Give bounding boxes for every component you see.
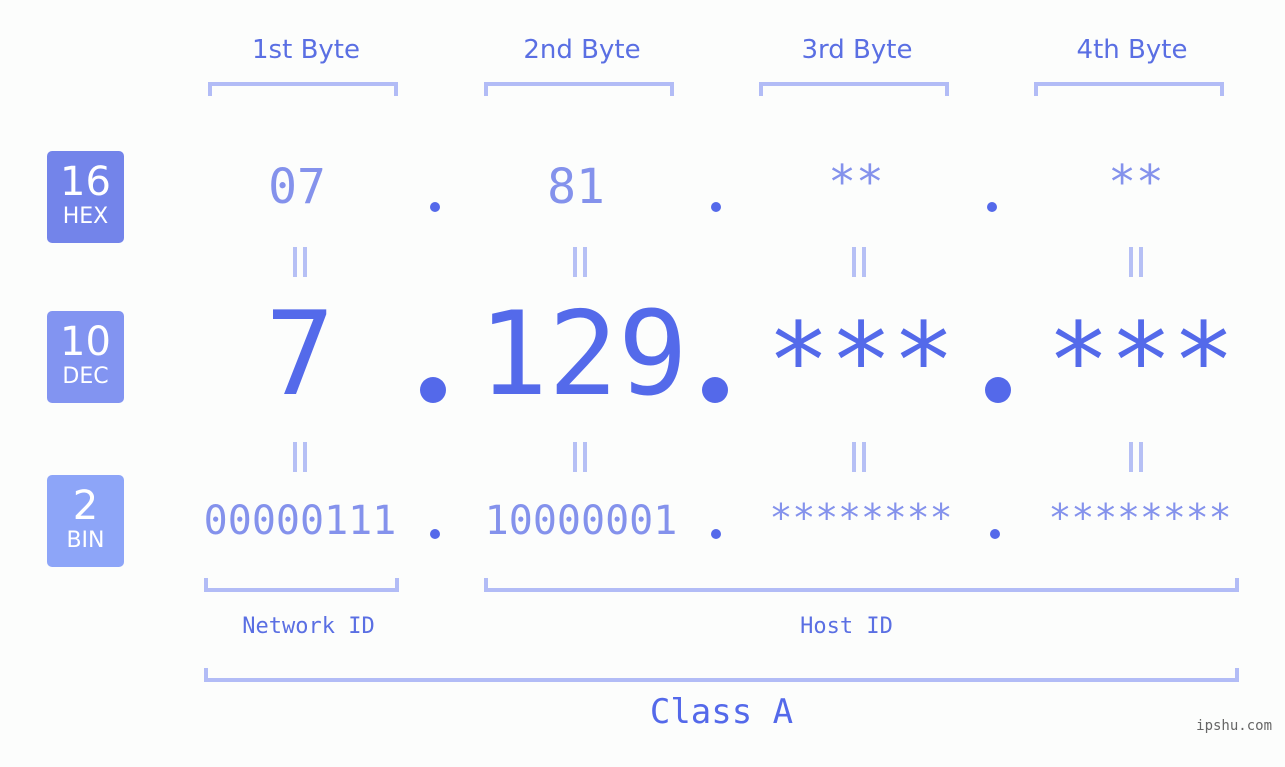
- hex-separator-dot: [430, 202, 440, 212]
- hex-separator-dot: [987, 202, 997, 212]
- dec-byte-4: ***: [1047, 300, 1235, 422]
- byte-header-4: 4th Byte: [1076, 35, 1188, 65]
- byte-header-2: 2nd Byte: [523, 35, 641, 65]
- bin-separator-dot: [711, 529, 721, 539]
- hex-base-number: 16: [60, 159, 111, 205]
- network-id-label: Network ID: [242, 614, 375, 639]
- bin-byte-4: ********: [1048, 496, 1232, 540]
- bin-base-label: BIN: [66, 528, 105, 553]
- equals-mark: [1127, 247, 1145, 277]
- hex-byte-1: 07: [268, 159, 326, 215]
- equals-mark: [1127, 442, 1145, 472]
- dec-base-badge: 10 DEC: [47, 311, 124, 403]
- hex-base-badge: 16 HEX: [47, 151, 124, 243]
- equals-mark: [850, 442, 868, 472]
- bin-byte-2: 10000001: [484, 498, 678, 544]
- dec-base-number: 10: [60, 319, 111, 365]
- hex-byte-3: **: [828, 155, 884, 209]
- dec-separator-dot: [985, 377, 1011, 403]
- bin-base-badge: 2 BIN: [47, 475, 124, 567]
- host-id-bracket: [484, 578, 1239, 592]
- dec-separator-dot: [420, 377, 446, 403]
- ip-class-label: Class A: [649, 692, 794, 732]
- equals-mark: [291, 247, 309, 277]
- byte-header-1: 1st Byte: [252, 35, 360, 65]
- hex-byte-2: 81: [547, 159, 605, 215]
- byte-header-3: 3rd Byte: [801, 35, 913, 65]
- bin-byte-3: ********: [769, 496, 953, 540]
- hex-byte-4: **: [1108, 155, 1164, 209]
- dec-separator-dot: [702, 377, 728, 403]
- byte-bracket-4: [1034, 82, 1224, 96]
- equals-mark: [571, 442, 589, 472]
- equals-mark: [850, 247, 868, 277]
- bin-separator-dot: [990, 529, 1000, 539]
- network-id-bracket: [204, 578, 399, 592]
- bin-separator-dot: [430, 529, 440, 539]
- dec-base-label: DEC: [62, 364, 109, 389]
- host-id-label: Host ID: [800, 614, 893, 639]
- hex-separator-dot: [711, 202, 721, 212]
- bin-base-number: 2: [72, 483, 99, 529]
- class-bracket: [204, 668, 1239, 682]
- watermark: ipshu.com: [1196, 718, 1272, 734]
- equals-mark: [291, 442, 309, 472]
- byte-bracket-1: [208, 82, 398, 96]
- dec-byte-1: 7: [265, 287, 335, 422]
- hex-base-label: HEX: [62, 204, 109, 229]
- byte-bracket-3: [759, 82, 949, 96]
- equals-mark: [571, 247, 589, 277]
- dec-byte-3: ***: [767, 300, 955, 422]
- dec-byte-2: 129: [478, 287, 688, 422]
- byte-bracket-2: [484, 82, 674, 96]
- bin-byte-1: 00000111: [203, 498, 397, 544]
